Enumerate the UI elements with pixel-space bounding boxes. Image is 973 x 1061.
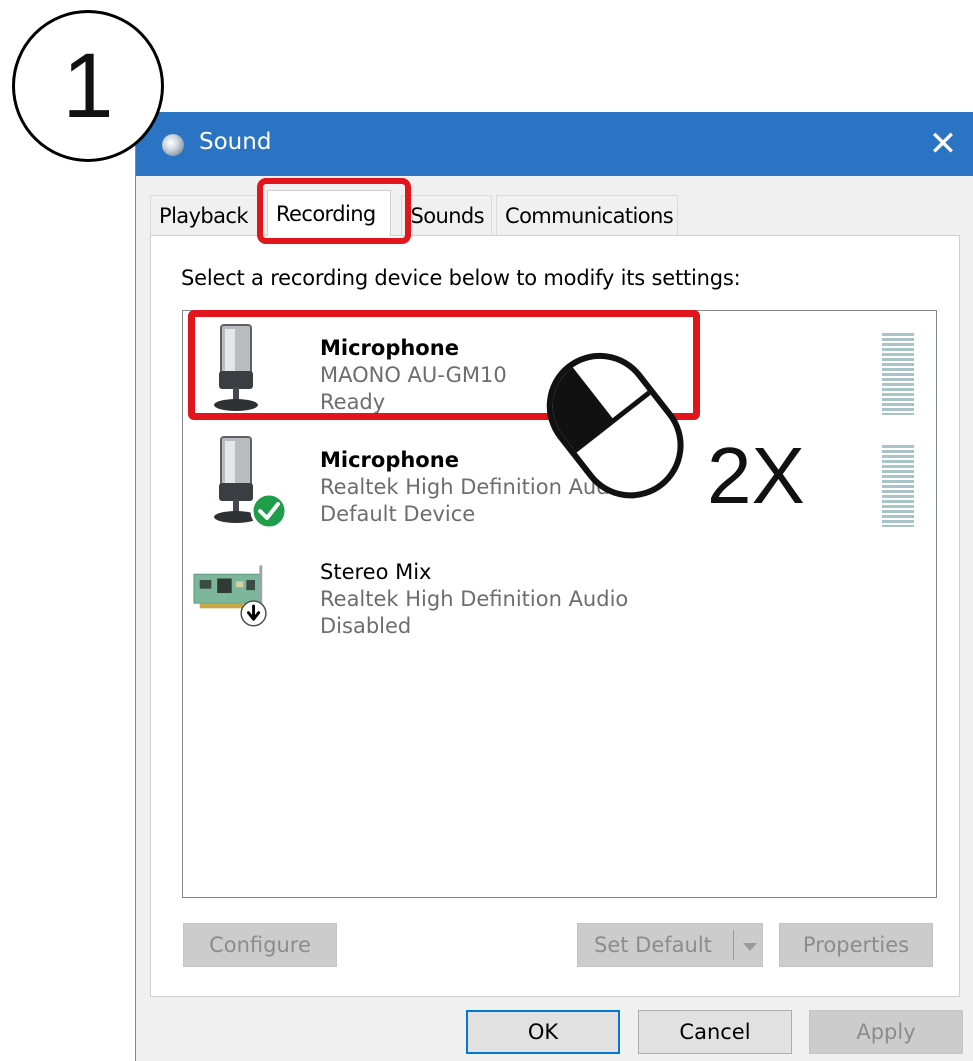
set-default-button[interactable]: Set Default [577, 923, 763, 967]
down-arrow-icon [240, 600, 267, 627]
tab-playback[interactable]: Playback [150, 195, 260, 235]
close-button[interactable]: ✕ [912, 112, 973, 176]
device-status: Disabled [320, 614, 412, 638]
mouse-icon [546, 352, 684, 499]
level-meter [882, 445, 914, 527]
cancel-button[interactable]: Cancel [638, 1010, 792, 1054]
device-name: Stereo Mix [320, 560, 432, 584]
device-status: Default Device [320, 502, 476, 526]
instruction-text: Select a recording device below to modif… [181, 266, 741, 290]
device-row-stereo-mix[interactable]: Stereo Mix Realtek High Definition Audio… [183, 543, 936, 653]
split-divider [733, 930, 734, 960]
speaker-icon [162, 134, 184, 156]
properties-button[interactable]: Properties [779, 923, 933, 967]
set-default-label: Set Default [594, 933, 712, 957]
double-click-label: 2X [707, 431, 805, 520]
chevron-down-icon[interactable] [743, 943, 757, 951]
device-description: Realtek High Definition Audio [320, 587, 629, 611]
recording-tab-highlight [257, 178, 411, 244]
apply-button[interactable]: Apply [809, 1010, 963, 1054]
window-title: Sound [199, 129, 272, 155]
tab-communications[interactable]: Communications [496, 195, 678, 235]
level-meter [882, 333, 914, 415]
device-name: Microphone [320, 448, 459, 472]
microphone-icon [214, 436, 288, 530]
sound-dialog: Sound ✕ Playback Recording Sounds Commun… [135, 112, 973, 1061]
ok-button[interactable]: OK [466, 1010, 620, 1054]
title-bar: Sound ✕ [136, 112, 973, 176]
tab-sounds[interactable]: Sounds [401, 195, 492, 235]
configure-button[interactable]: Configure [183, 923, 337, 967]
green-check-icon [250, 492, 288, 530]
step-number-badge: 1 [12, 10, 164, 162]
sound-card-icon [193, 565, 267, 627]
